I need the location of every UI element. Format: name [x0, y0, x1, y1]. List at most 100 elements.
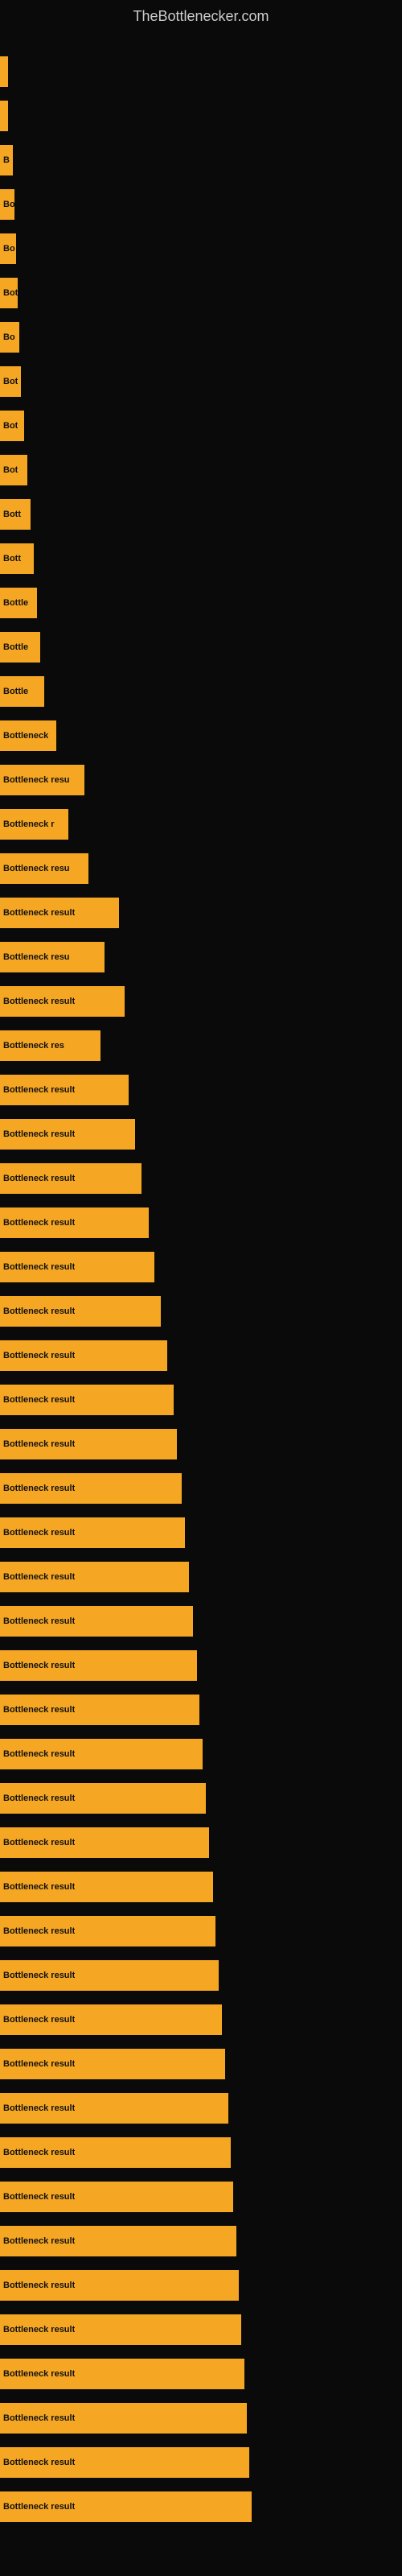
bar-label: Bot [3, 465, 18, 475]
bar: Bot [0, 411, 24, 441]
bar-label: Bottleneck result [3, 1307, 75, 1316]
bar-label: Bottleneck result [3, 1174, 75, 1183]
bar-row: Bottleneck resu [0, 846, 402, 890]
bar-label: B [3, 155, 10, 165]
bar: Bottleneck result [0, 1429, 177, 1459]
bar-label: Bottleneck result [3, 2369, 75, 2379]
bar-row: Bottleneck result [0, 1112, 402, 1156]
bar-label: Bottleneck result [3, 1129, 75, 1139]
bar-label: Bottleneck result [3, 997, 75, 1006]
bar: Bottleneck result [0, 2137, 231, 2168]
bar: Bottleneck result [0, 1340, 167, 1371]
site-title: TheBottlenecker.com [0, 0, 402, 41]
bar: Bo [0, 189, 14, 220]
bar-label: Bottleneck result [3, 1749, 75, 1759]
bar-label: Bottleneck result [3, 908, 75, 918]
bar-label: Bottleneck result [3, 2103, 75, 2113]
bar: Bottleneck resu [0, 853, 88, 884]
bar-label: Bottle [3, 687, 28, 696]
bar-label: Bottleneck res [3, 1041, 64, 1051]
bar-label: Bot [3, 421, 18, 431]
bar-label: Bo [3, 200, 14, 209]
bar: Bot [0, 278, 18, 308]
bar-label: Bottleneck [3, 731, 48, 741]
bar-label: Bott [3, 510, 21, 519]
bar-row: Bottleneck result [0, 1289, 402, 1333]
bar: Bottleneck result [0, 1650, 197, 1681]
bar-row: Bottleneck result [0, 1422, 402, 1466]
bar-row: Bottleneck result [0, 1067, 402, 1112]
bar: Bottleneck result [0, 1517, 185, 1548]
bar: B [0, 145, 13, 175]
bar: Bottleneck result [0, 1827, 209, 1858]
bar-label: Bottleneck result [3, 1572, 75, 1582]
bar: Bottleneck result [0, 1960, 219, 1991]
bar: Bottleneck result [0, 2314, 241, 2345]
bar-row: Bottleneck result [0, 1156, 402, 1200]
bar: Bottleneck result [0, 1296, 161, 1327]
bar: Bottleneck result [0, 2182, 233, 2212]
bar-label: Bottleneck result [3, 1661, 75, 1670]
bar-row: Bottleneck result [0, 2396, 402, 2440]
bar-label: Bottle [3, 642, 28, 652]
bar: Bot [0, 455, 27, 485]
bar-row: Bottleneck result [0, 1820, 402, 1864]
bar-row: Bottleneck result [0, 1554, 402, 1599]
bar-label: Bottleneck resu [3, 864, 70, 873]
bar: Bottle [0, 676, 44, 707]
bar-label: Bottleneck result [3, 1218, 75, 1228]
bar: Bottleneck resu [0, 765, 84, 795]
bar: Bottleneck result [0, 1252, 154, 1282]
bar: Bottleneck result [0, 1119, 135, 1150]
bar-row: Bottleneck result [0, 1687, 402, 1732]
bar: Bottleneck result [0, 1916, 215, 1946]
bar-row: Bot [0, 448, 402, 492]
bar: Bott [0, 499, 31, 530]
bar-row: Bottleneck result [0, 1510, 402, 1554]
bar: Bottle [0, 632, 40, 663]
bar: Bottle [0, 588, 37, 618]
bar: Bottleneck result [0, 2491, 252, 2522]
bar: Bottleneck r [0, 809, 68, 840]
bar-row: Bottleneck result [0, 1909, 402, 1953]
bar-label: Bottleneck result [3, 2458, 75, 2467]
bar: Bo [0, 322, 19, 353]
bar [0, 56, 8, 87]
bar-row: Bottleneck result [0, 2484, 402, 2529]
bar-label: Bot [3, 288, 18, 298]
bar-row: Bottleneck result [0, 2219, 402, 2263]
bar-row: Bo [0, 315, 402, 359]
bar: Bottleneck result [0, 1872, 213, 1902]
bar-row: Bottleneck result [0, 1599, 402, 1643]
bar-row: Bottleneck [0, 713, 402, 758]
bar-row: Bot [0, 403, 402, 448]
bar: Bottleneck result [0, 2049, 225, 2079]
bar: Bottleneck result [0, 1473, 182, 1504]
bar: Bottleneck result [0, 2447, 249, 2478]
bar-label: Bottleneck result [3, 2502, 75, 2512]
bars-container: BBoBoBotBoBotBotBotBottBottBottleBottleB… [0, 41, 402, 2537]
bar: Bottleneck result [0, 2226, 236, 2256]
bar-row: Bottle [0, 625, 402, 669]
bar-row: Bottleneck result [0, 2307, 402, 2351]
bar: Bottleneck result [0, 1385, 174, 1415]
bar-row: Bottleneck result [0, 1200, 402, 1245]
bar: Bottleneck result [0, 898, 119, 928]
bar: Bottleneck result [0, 1783, 206, 1814]
bar: Bottleneck result [0, 1208, 149, 1238]
bar-row: Bottleneck r [0, 802, 402, 846]
bar-label: Bottleneck result [3, 2148, 75, 2157]
bar-label: Bottleneck result [3, 1794, 75, 1803]
bar-row: Bottleneck result [0, 1953, 402, 1997]
bar: Bo [0, 233, 16, 264]
bar: Bottleneck res [0, 1030, 100, 1061]
bar-label: Bottle [3, 598, 28, 608]
bar: Bottleneck result [0, 1739, 203, 1769]
bar-label: Bottleneck result [3, 2236, 75, 2246]
bar-label: Bottleneck result [3, 1528, 75, 1538]
bar-label: Bottleneck result [3, 1882, 75, 1892]
bar-label: Bottleneck result [3, 2325, 75, 2334]
bar-row: Bottleneck result [0, 2041, 402, 2086]
bar-row: Bottleneck result [0, 2263, 402, 2307]
bar-row: Bottleneck result [0, 1245, 402, 1289]
